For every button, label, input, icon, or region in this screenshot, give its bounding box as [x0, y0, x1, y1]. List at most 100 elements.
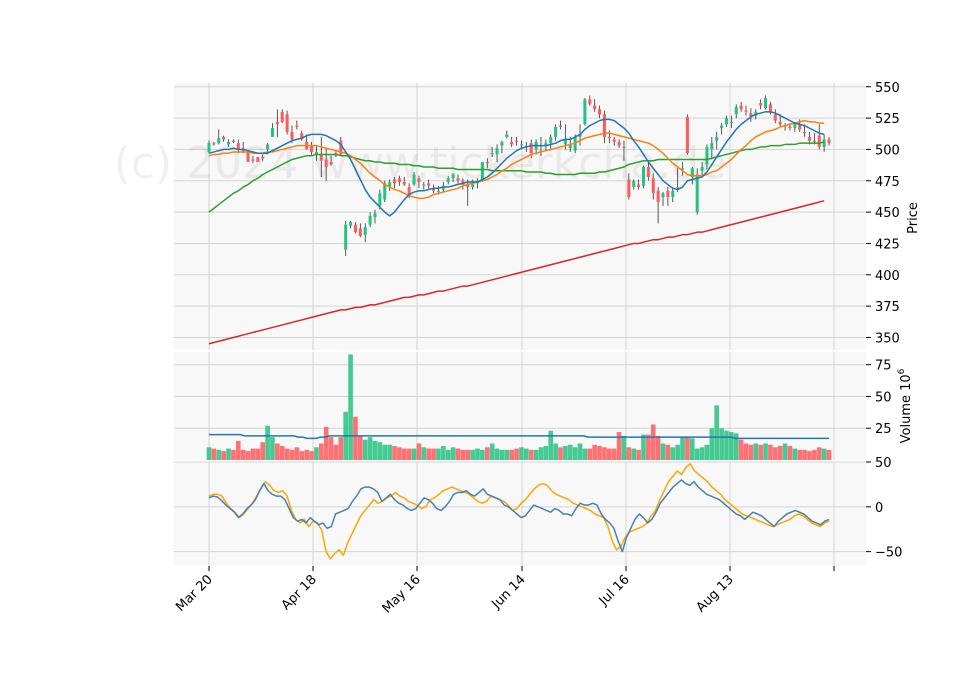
volume-bar	[358, 435, 363, 460]
volume-bar	[821, 448, 827, 460]
volume-bar	[631, 448, 637, 460]
candle-body	[788, 126, 792, 129]
volume-bar	[699, 447, 705, 460]
volume-bar	[499, 449, 505, 460]
volume-bar	[553, 443, 558, 460]
volume-bar	[294, 447, 300, 460]
candle-body	[266, 144, 270, 150]
volume-bar	[650, 424, 656, 460]
candle-body	[349, 222, 353, 226]
volume-bar	[743, 443, 749, 460]
candle-body	[549, 136, 553, 144]
price-tick-label: 475	[875, 175, 900, 190]
candle-body	[217, 138, 221, 144]
candle-body	[744, 110, 748, 112]
volume-bar	[636, 449, 641, 460]
volume-bar	[431, 448, 436, 460]
volume-bar	[465, 449, 471, 460]
volume-bar	[802, 449, 807, 460]
volume-bar	[689, 438, 695, 460]
volume-bar	[348, 354, 353, 460]
oscillator-tick-label: 50	[875, 456, 892, 471]
volume-bar	[333, 444, 339, 460]
x-tick-label: May 16	[380, 572, 424, 616]
x-tick-label: Jul 16	[596, 572, 633, 609]
candle-body	[778, 121, 782, 125]
candle-body	[812, 140, 816, 142]
candle-body	[290, 131, 294, 140]
volume-axis-exponent: 6	[897, 368, 907, 374]
candle-body	[270, 128, 274, 137]
price-tick-label: 550	[875, 81, 900, 96]
x-tick-label: Mar 20	[173, 572, 216, 615]
candle-body	[397, 178, 401, 183]
candle-body	[598, 109, 602, 115]
volume-bar	[733, 433, 739, 460]
candle-body	[505, 134, 509, 137]
volume-bar	[265, 425, 270, 460]
volume-bar	[450, 447, 456, 460]
candle-body	[256, 156, 260, 162]
candle-body	[417, 178, 421, 183]
volume-bar	[558, 447, 563, 460]
candle-body	[700, 166, 704, 171]
volume-bar	[675, 444, 680, 460]
volume-bar	[216, 449, 222, 460]
volume-bar	[377, 442, 383, 460]
candle-body	[451, 174, 455, 179]
candle-body	[324, 159, 328, 167]
candle-body	[637, 184, 641, 188]
candle-body	[793, 124, 797, 129]
price-tick-label: 500	[875, 143, 900, 158]
x-tick-label: Aug 13	[694, 572, 737, 615]
candle-body	[656, 190, 660, 203]
candle-body	[353, 224, 357, 233]
volume-bar	[323, 426, 329, 460]
candle-body	[515, 140, 519, 142]
candle-body	[378, 193, 382, 206]
candle-body	[627, 179, 631, 198]
volume-bar	[582, 448, 588, 460]
x-tick-label: Jun 14	[489, 572, 529, 612]
volume-bar	[275, 443, 280, 460]
oscillator-tick-label: 0	[875, 501, 883, 516]
candle-body	[593, 105, 597, 110]
volume-bar	[426, 448, 432, 460]
oscillator-tick-label: −50	[875, 546, 902, 561]
volume-bar	[441, 446, 446, 460]
volume-bar	[411, 448, 417, 460]
volume-bar	[480, 449, 485, 460]
volume-bar	[514, 448, 519, 460]
volume-bar	[455, 448, 461, 460]
volume-bar	[592, 444, 597, 460]
price-axis-label: Price	[906, 202, 921, 234]
volume-bar	[519, 447, 524, 460]
candle-body	[280, 111, 284, 122]
volume-bar	[704, 444, 710, 460]
volume-bar	[777, 446, 783, 460]
price-tick-label: 525	[875, 112, 900, 127]
volume-bar	[445, 449, 451, 460]
volume-bar	[714, 405, 720, 460]
volume-bar	[470, 449, 475, 460]
candle-body	[319, 154, 323, 161]
candle-body	[402, 182, 406, 185]
candle-body	[436, 190, 440, 192]
volume-bar	[206, 447, 212, 460]
volume-bar	[787, 446, 793, 460]
candle-body	[764, 98, 768, 109]
candle-body	[251, 159, 255, 161]
candle-body	[739, 105, 743, 110]
candle-body	[329, 161, 333, 165]
candle-body	[822, 139, 826, 147]
candle-body	[373, 213, 377, 218]
volume-bar	[621, 435, 627, 460]
volume-bar	[748, 444, 754, 460]
candle-body	[558, 125, 563, 127]
candle-body	[490, 153, 494, 155]
candle-body	[715, 136, 719, 141]
volume-bar	[709, 428, 715, 460]
volume-bar	[494, 448, 500, 460]
volume-bar	[719, 428, 724, 460]
candle-body	[729, 121, 733, 123]
